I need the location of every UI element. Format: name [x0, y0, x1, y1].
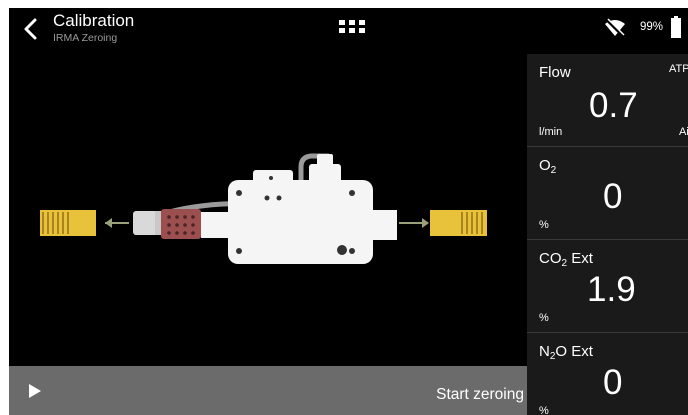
- param-unit: %: [539, 405, 549, 415]
- parameter-o2[interactable]: O2 0 %: [527, 147, 688, 240]
- param-unit: %: [539, 219, 549, 231]
- page-title: Calibration: [53, 11, 135, 30]
- parameter-flow[interactable]: Flow ATP 0.7 l/min Ai: [527, 54, 688, 147]
- param-name: O2: [539, 157, 557, 176]
- screen-frame: Calibration IRMA Zeroing 99% Start zeroi…: [0, 0, 688, 415]
- battery-percent: 99%: [640, 21, 664, 33]
- page-subtitle: IRMA Zeroing: [53, 32, 118, 44]
- left-tube-connector: [40, 210, 96, 236]
- param-name: CO2 Ext: [539, 250, 593, 269]
- start-zeroing-button[interactable]: Start zeroing: [9, 366, 527, 415]
- app-screen: Calibration IRMA Zeroing 99% Start zeroi…: [9, 8, 688, 415]
- param-unit: l/min: [539, 126, 563, 138]
- parameter-n2o-ext[interactable]: N2O Ext 0 %: [527, 333, 688, 415]
- param-name: Flow: [539, 64, 571, 81]
- param-value: 1.9: [587, 270, 636, 309]
- param-value: 0: [603, 363, 623, 402]
- irma-adapter: [161, 209, 201, 239]
- play-icon: [29, 384, 41, 398]
- param-value: 0.7: [589, 86, 638, 125]
- param-extra-bottom: Ai: [679, 126, 688, 138]
- right-tube-connector: [430, 210, 487, 236]
- parameter-co2-ext[interactable]: CO2 Ext 1.9 %: [527, 240, 688, 333]
- wifi-off-icon: [605, 18, 625, 38]
- parameter-panel: Flow ATP 0.7 l/min Ai O2 0 % CO2 Ext 1.9…: [527, 54, 688, 415]
- chevron-left-icon[interactable]: [21, 17, 41, 41]
- param-value: 0: [603, 177, 623, 216]
- param-extra-top: ATP: [669, 63, 688, 75]
- left-arrow-icon: [105, 218, 129, 228]
- param-unit: %: [539, 312, 549, 324]
- irma-zeroing-diagram: [40, 153, 487, 264]
- battery-icon: [671, 16, 681, 38]
- grid-menu-icon[interactable]: [339, 20, 367, 40]
- param-name: N2O Ext: [539, 343, 593, 362]
- start-zeroing-label: Start zeroing: [436, 386, 524, 403]
- right-arrow-icon: [399, 218, 429, 228]
